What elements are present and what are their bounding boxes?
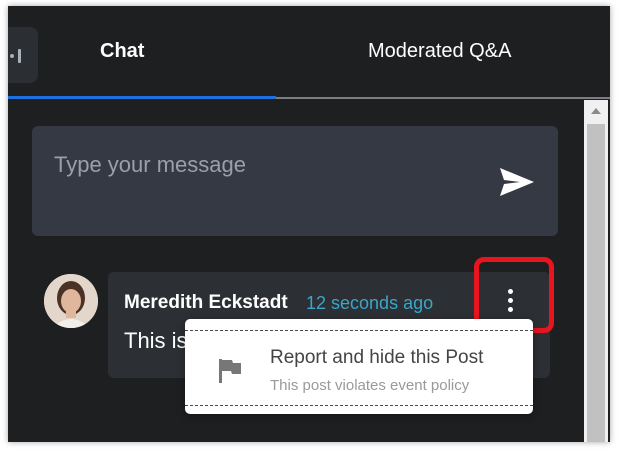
tab-moderated-qa[interactable]: Moderated Q&A bbox=[368, 40, 511, 63]
avatar-image bbox=[44, 274, 98, 328]
more-options-icon[interactable] bbox=[498, 286, 522, 316]
active-tab-indicator bbox=[8, 96, 276, 99]
send-icon bbox=[500, 168, 534, 196]
kebab-dot bbox=[508, 289, 513, 294]
scroll-up-arrow-icon[interactable] bbox=[584, 100, 608, 122]
tab-bar: Chat Moderated Q&A bbox=[8, 6, 610, 100]
avatar[interactable] bbox=[44, 274, 98, 328]
chat-panel: Chat Moderated Q&A Meredith Eckstadt 12 … bbox=[8, 6, 610, 442]
message-author[interactable]: Meredith Eckstadt bbox=[124, 292, 288, 314]
message-options-menu: Report and hide this Post This post viol… bbox=[185, 319, 533, 414]
scroll-thumb[interactable] bbox=[587, 124, 605, 442]
menu-item-report-post[interactable]: Report and hide this Post This post viol… bbox=[185, 330, 533, 406]
menu-item-subtitle: This post violates event policy bbox=[270, 377, 470, 394]
menu-item-title: Report and hide this Post bbox=[270, 347, 484, 368]
flag-icon bbox=[219, 359, 241, 383]
tab-divider bbox=[276, 97, 610, 99]
collapse-icon-bar bbox=[18, 49, 21, 63]
message-timestamp: 12 seconds ago bbox=[306, 293, 434, 313]
send-button[interactable] bbox=[498, 166, 536, 198]
message-composer bbox=[32, 126, 558, 236]
message-input[interactable] bbox=[54, 150, 474, 180]
kebab-dot bbox=[508, 307, 513, 312]
collapse-icon bbox=[10, 54, 14, 58]
collapse-panel-button[interactable] bbox=[8, 27, 38, 83]
tab-chat[interactable]: Chat bbox=[100, 40, 144, 63]
kebab-dot bbox=[508, 298, 513, 303]
scrollbar[interactable] bbox=[584, 100, 608, 442]
